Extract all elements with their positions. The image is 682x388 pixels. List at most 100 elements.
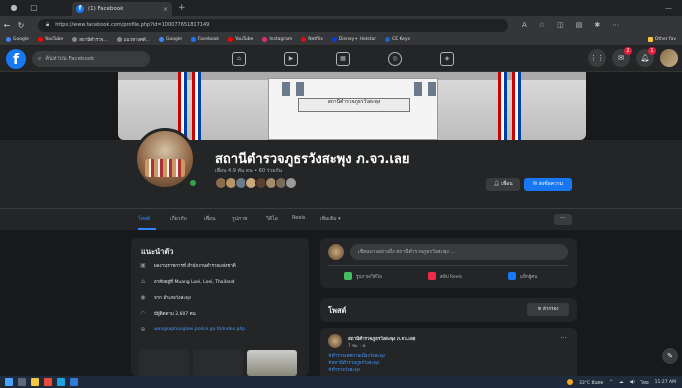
composer-avatar[interactable] xyxy=(328,244,344,260)
messenger-badge: 2 xyxy=(624,47,632,55)
other-bookmarks[interactable]: Other fav xyxy=(647,37,676,42)
intro-row[interactable]: ⊕ wangsaphungloei.police.go.th/index.php xyxy=(139,326,245,333)
profile-tab[interactable]: เพื่อน xyxy=(204,215,215,223)
post-timestamp[interactable]: 7 ชม. · ⊕ xyxy=(348,342,366,349)
messenger-icon[interactable]: ✉ 2 xyxy=(612,47,632,67)
filter-button[interactable]: ⚙︎ ตัวกรอง xyxy=(527,303,569,316)
intro-row: ◠ มีผู้ติดตาม 2,607 คน xyxy=(139,310,195,317)
bookmark-item[interactable]: CE Keys xyxy=(385,37,410,42)
language-indicator[interactable]: ไทย xyxy=(641,379,649,386)
profile-icon[interactable]: ● xyxy=(8,2,20,14)
profile-tab[interactable]: วิดีโอ xyxy=(266,215,278,223)
volume-icon[interactable]: ◀) xyxy=(630,380,635,385)
bookmark-favicon-icon xyxy=(301,37,307,42)
bookmark-item[interactable]: Disney+ Hotstar xyxy=(331,37,376,42)
cover-photo[interactable]: สถานีตำรวจภูธรวังสะพุง xyxy=(118,72,586,140)
reels-icon xyxy=(428,272,436,280)
message-button[interactable]: ✉ ส่งข้อความ xyxy=(524,178,572,191)
facebook-favicon-icon: f xyxy=(76,5,84,13)
favorite-star-icon[interactable]: ☆ xyxy=(539,21,545,29)
photo-icon xyxy=(344,272,352,280)
photo-thumbnail[interactable] xyxy=(139,350,189,376)
facebook-search-input[interactable]: ⌕ ค้นหาบน Facebook xyxy=(32,50,150,67)
edge-icon[interactable] xyxy=(57,378,65,386)
cover-photo-area: สถานีตำรวจภูธรวังสะพุง xyxy=(0,72,682,140)
globe-icon: ⊕ xyxy=(140,326,146,333)
search-taskbar-icon[interactable] xyxy=(18,378,26,386)
app-icon[interactable] xyxy=(44,378,52,386)
new-message-edit-icon[interactable]: ✎ xyxy=(662,348,678,364)
reload-icon[interactable]: ↻ xyxy=(14,21,28,30)
account-avatar[interactable] xyxy=(660,49,678,67)
bookmark-item[interactable]: สถานีตำรวจ... xyxy=(72,36,108,43)
profile-picture[interactable] xyxy=(134,128,196,190)
marketplace-icon[interactable]: ▦ xyxy=(336,52,350,66)
profile-tab[interactable]: Reels xyxy=(292,215,305,221)
profile-tab[interactable]: โพสต์ xyxy=(138,215,150,223)
weather-text[interactable]: 33°C มีแดด xyxy=(579,379,603,386)
profile-tab[interactable]: เพิ่มเติม ▾ xyxy=(320,215,341,223)
bookmark-item[interactable]: YouTube xyxy=(228,37,253,42)
tray-chevron-icon[interactable]: ^ xyxy=(609,380,613,385)
windows-taskbar: 33°C มีแดด ^ ☁ ◀) ไทย 11:27 AM xyxy=(0,376,682,388)
composer-input[interactable]: เขียนบางอย่างถึง สถานีตำรวจภูธรวังสะพุง … xyxy=(350,244,568,260)
post-more-icon[interactable]: ··· xyxy=(560,334,567,342)
store-icon[interactable] xyxy=(70,378,78,386)
bookmark-item[interactable]: Google xyxy=(6,37,29,42)
tabs-more-button[interactable]: ··· xyxy=(554,214,572,225)
extensions-icon[interactable]: ✱ xyxy=(594,21,600,29)
post-hashtag[interactable]: #ตำรวจเทศบาลเมืองวังสะพุง xyxy=(328,352,385,359)
profile-tab[interactable]: รูปภาพ xyxy=(232,215,247,223)
bookmark-item[interactable]: Facebook xyxy=(190,37,219,42)
file-explorer-icon[interactable] xyxy=(31,378,39,386)
friends-button[interactable]: 👤︎ เพื่อน xyxy=(486,178,520,191)
url-input[interactable]: 🔒︎ https://www.facebook.com/profile.php?… xyxy=(38,18,508,32)
window-minimize-icon[interactable]: — xyxy=(665,4,672,12)
bookmark-item[interactable]: Netflix xyxy=(301,37,323,42)
intro-row: ⌂ อาศัยอยู่ที่ Muang Loei, Loei, Thailand xyxy=(139,278,234,285)
menu-dots-icon[interactable]: ⋯ xyxy=(612,21,619,29)
tab-actions-icon[interactable]: ▢ xyxy=(28,2,40,14)
intro-row-text: ผลงานราชการที่ สำนักงานตำรวจแห่งชาติ xyxy=(154,264,236,269)
clock[interactable]: 11:27 AM xyxy=(655,380,676,385)
profile-stats[interactable]: เพื่อน 4.9 พัน คน • 60 ร่วมกัน xyxy=(215,167,282,175)
browser-tab[interactable]: f (1) Facebook × xyxy=(72,2,172,16)
photo-thumbnail[interactable] xyxy=(193,350,243,376)
collections-icon[interactable]: ▤ xyxy=(576,21,583,29)
bookmark-item[interactable]: Google xyxy=(159,37,182,42)
tag-people-button[interactable]: แท็กผู้คน xyxy=(508,272,537,280)
home-icon: ⌂ xyxy=(141,278,145,285)
bookmark-item[interactable]: แนวทางคดี... xyxy=(116,36,150,43)
post-hashtag[interactable]: #สถานีตำรวจภูธรวังสะพุง xyxy=(328,359,379,366)
home-icon[interactable]: ⌂ xyxy=(232,52,246,66)
start-icon[interactable] xyxy=(5,378,13,386)
profile-name: สถานีตำรวจภูธรวังสะพุง ภ.จว.เลย xyxy=(215,152,410,167)
photo-thumbnails xyxy=(139,350,297,376)
rss-icon: ◠ xyxy=(140,310,146,317)
photo-thumbnail[interactable] xyxy=(247,350,297,376)
read-aloud-icon[interactable]: A xyxy=(522,21,527,29)
bookmark-item[interactable]: Instagram xyxy=(262,37,292,42)
watch-icon[interactable]: ▶ xyxy=(284,52,298,66)
profile-tab[interactable]: เกี่ยวกับ xyxy=(170,215,187,223)
menu-grid-icon[interactable]: ⋮⋮ xyxy=(588,49,606,67)
post-author-name[interactable]: สถานีตำรวจภูธรวังสะพุง ภ.จว.เลย xyxy=(348,335,415,342)
new-tab-button[interactable]: + xyxy=(178,3,186,13)
bookmark-item[interactable]: YouTube xyxy=(37,37,63,42)
groups-icon[interactable]: ◎ xyxy=(388,52,402,66)
facebook-logo-icon[interactable]: f xyxy=(6,48,26,69)
post-hashtag[interactable]: #ตำรวจวังสะพุง xyxy=(328,366,360,373)
gaming-icon[interactable]: ◈ xyxy=(440,52,454,66)
tab-close-icon[interactable]: × xyxy=(163,6,168,13)
network-icon[interactable]: ☁ xyxy=(619,380,624,385)
bookmarks-bar: Google YouTube สถานีตำรวจ... แนวทางคดี... Go… xyxy=(0,34,682,46)
post-author-avatar[interactable] xyxy=(328,334,342,348)
back-icon[interactable]: ← xyxy=(0,21,14,30)
notifications-badge: 1 xyxy=(648,47,656,55)
mutual-friends-avatars[interactable] xyxy=(215,177,297,189)
reels-button[interactable]: คลิป Reels xyxy=(428,272,462,280)
friend-avatar[interactable] xyxy=(285,177,297,189)
split-screen-icon[interactable]: ◫ xyxy=(557,21,564,29)
photo-video-button[interactable]: รูปภาพ/วิดีโอ xyxy=(344,272,382,280)
notifications-bell-icon[interactable]: 🔔︎ 1 xyxy=(636,47,656,67)
